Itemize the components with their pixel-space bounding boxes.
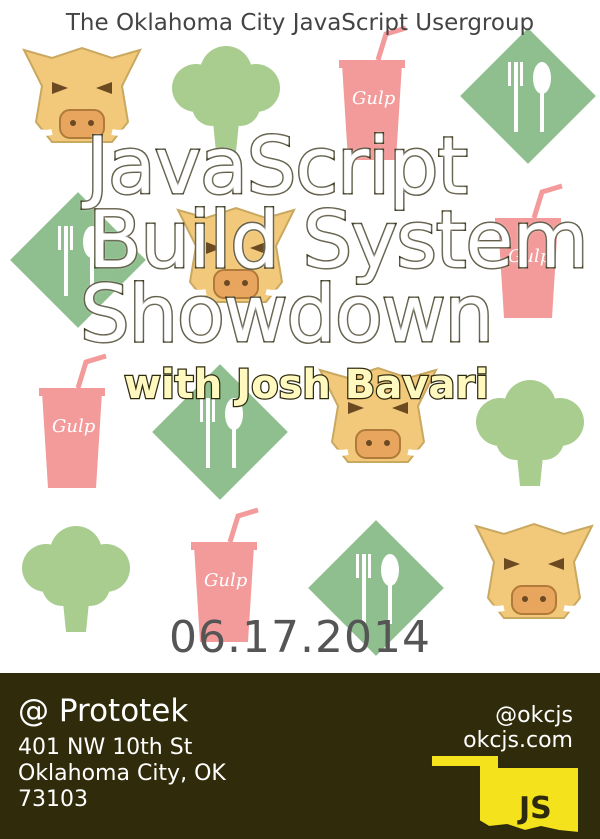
broccoli-icon: [476, 380, 584, 486]
title-line-1: JavaScript: [85, 122, 470, 212]
oklahoma-state-icon: [430, 754, 580, 833]
address-city: Oklahoma City, OK: [18, 761, 226, 786]
poster-artwork: Gulp The Oklahoma City JavaScript Userg: [0, 0, 600, 673]
boar-icon: [476, 524, 592, 618]
event-title: JavaScript Build System Showdown: [60, 122, 590, 360]
speaker-subtitle: with Josh Bavari: [123, 361, 490, 410]
title-line-2: Build System: [87, 196, 590, 286]
address-zip: 73103: [18, 787, 88, 812]
event-date: 06.17.2014: [169, 612, 431, 663]
venue-name: @ Prototek: [18, 693, 189, 729]
twitter-handle[interactable]: @okcjs: [495, 703, 573, 728]
gulp-cup-icon: [39, 356, 106, 488]
website-link[interactable]: okcjs.com: [463, 728, 573, 753]
okcjs-logo-text: JS: [519, 791, 552, 826]
address-street: 401 NW 10th St: [18, 735, 193, 760]
usergroup-name: The Oklahoma City JavaScript Usergroup: [65, 10, 535, 36]
footer-info: @ Prototek 401 NW 10th St Oklahoma City,…: [0, 673, 600, 839]
title-line-3: Showdown: [79, 270, 496, 360]
